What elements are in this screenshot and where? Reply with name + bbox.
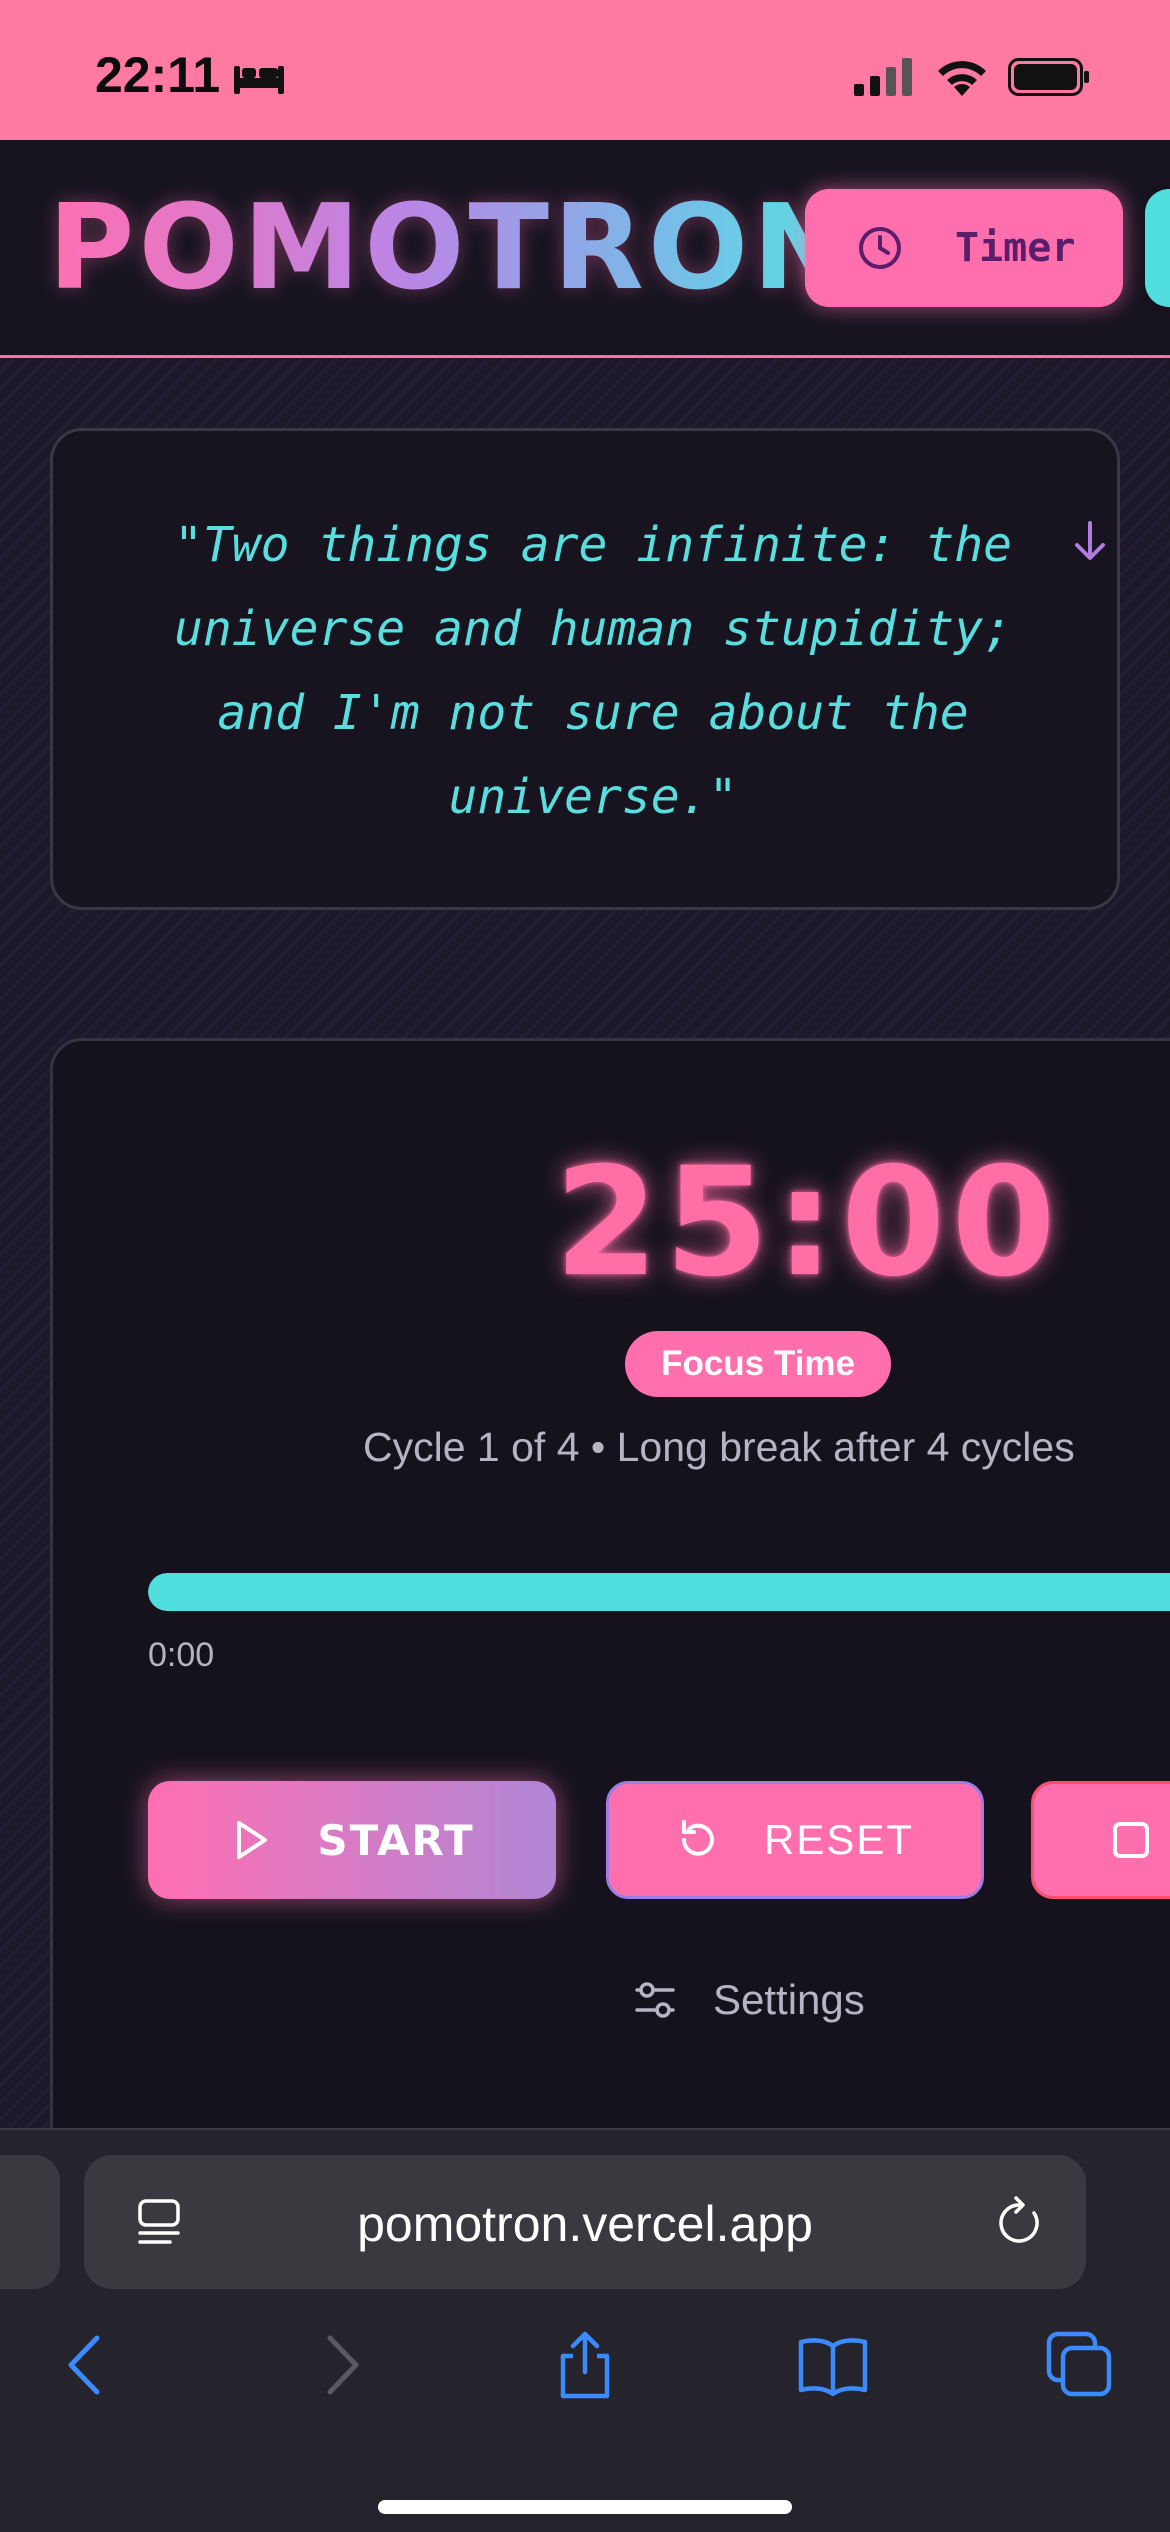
page: 22:11 POMOTRON Timer "Two things are inf… bbox=[0, 0, 1170, 2532]
bookmarks-icon[interactable] bbox=[797, 2330, 869, 2400]
share-icon[interactable] bbox=[553, 2330, 617, 2400]
progress-bar bbox=[148, 1573, 1170, 1611]
timer-display: 25:00 bbox=[554, 1136, 1062, 1310]
reset-icon bbox=[681, 1820, 714, 1856]
reset-label: RESET bbox=[763, 1816, 915, 1863]
bed-icon bbox=[234, 66, 284, 94]
nav-next-button[interactable] bbox=[1145, 189, 1170, 307]
wifi-icon bbox=[938, 61, 986, 96]
stop-button[interactable] bbox=[1031, 1781, 1170, 1899]
app-header: POMOTRON Timer bbox=[0, 140, 1170, 358]
start-label: START bbox=[317, 1815, 475, 1865]
previous-tab[interactable] bbox=[0, 2155, 60, 2289]
quote-text: "Two things are infinite: the universe a… bbox=[173, 517, 1013, 825]
reset-button[interactable]: RESET bbox=[606, 1781, 984, 1899]
status-bar: 22:11 bbox=[0, 0, 1170, 140]
arrow-down-icon[interactable] bbox=[1071, 519, 1109, 563]
progress-fill bbox=[148, 1573, 1170, 1611]
nav-timer-label: Timer bbox=[955, 225, 1076, 271]
play-icon bbox=[237, 1821, 268, 1859]
nav-timer-button[interactable]: Timer bbox=[805, 189, 1123, 307]
url-text: pomotron.vercel.app bbox=[357, 2196, 813, 2252]
address-bar[interactable]: pomotron.vercel.app bbox=[84, 2155, 1086, 2289]
home-indicator bbox=[378, 2500, 792, 2514]
timer-card: 25:00 Focus Time Cycle 1 of 4 • Long bre… bbox=[50, 1038, 1170, 2238]
reload-icon[interactable] bbox=[994, 2195, 1046, 2249]
signal-icon bbox=[854, 58, 912, 96]
quote-card: "Two things are infinite: the universe a… bbox=[50, 428, 1120, 910]
back-icon[interactable] bbox=[55, 2330, 119, 2400]
settings-label: Settings bbox=[713, 1976, 865, 2023]
settings-button[interactable]: Settings bbox=[633, 1976, 865, 2024]
browser-bar: pomotron.vercel.app bbox=[0, 2128, 1170, 2532]
cycle-text: Cycle 1 of 4 • Long break after 4 cycles bbox=[363, 1424, 1075, 1470]
brand-logo[interactable]: POMOTRON bbox=[48, 188, 855, 306]
start-button[interactable]: START bbox=[148, 1781, 556, 1899]
status-time: 22:11 bbox=[95, 47, 221, 103]
stop-icon bbox=[1113, 1822, 1149, 1858]
forward-icon[interactable] bbox=[308, 2330, 372, 2400]
tabs-icon[interactable] bbox=[1045, 2330, 1115, 2400]
sliders-icon bbox=[635, 1982, 675, 2018]
main-content: "Two things are infinite: the universe a… bbox=[0, 358, 1170, 2238]
clock-icon bbox=[859, 227, 901, 269]
elapsed-time: 0:00 bbox=[148, 1636, 215, 1674]
mode-badge: Focus Time bbox=[625, 1331, 891, 1397]
battery-icon bbox=[1008, 58, 1089, 96]
